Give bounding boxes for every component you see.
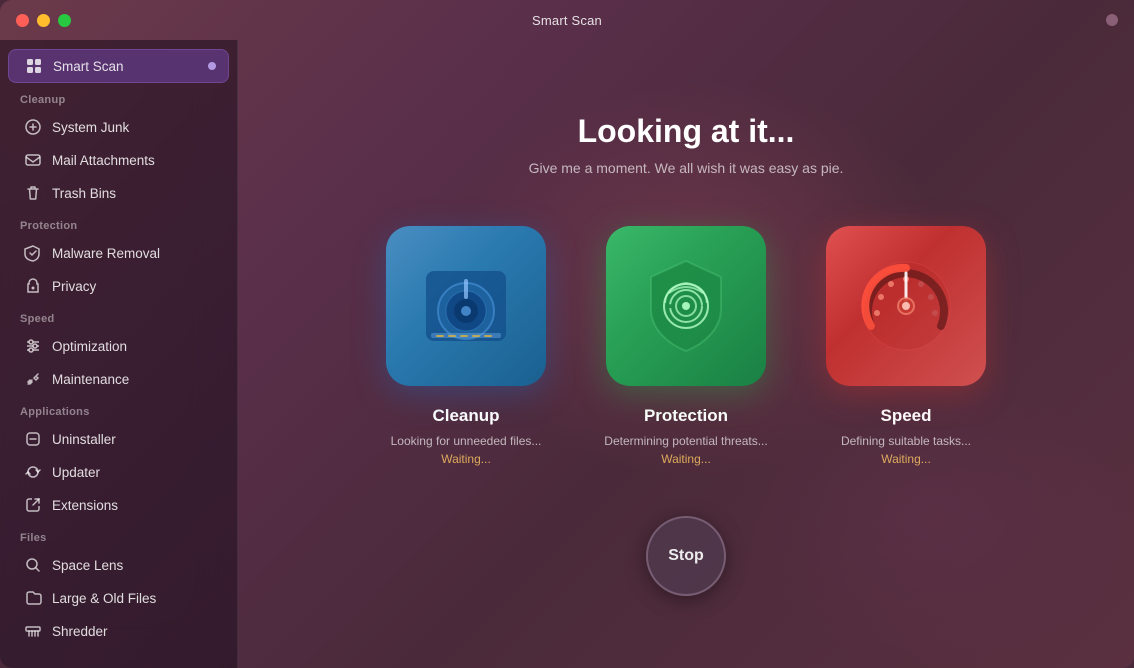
minimize-button[interactable] [37, 14, 50, 27]
updater-icon [24, 463, 42, 481]
updater-label: Updater [52, 465, 100, 480]
sidebar-item-updater[interactable]: Updater [8, 456, 229, 488]
speed-card: Speed Defining suitable tasks... Waiting… [816, 226, 996, 466]
sidebar-item-space-lens[interactable]: Space Lens [8, 549, 229, 581]
titlebar: Smart Scan [0, 0, 1134, 40]
uninstaller-label: Uninstaller [52, 432, 116, 447]
sidebar-item-shredder[interactable]: Shredder [8, 615, 229, 647]
speed-card-waiting: Waiting... [881, 452, 931, 466]
scan-cards-row: Cleanup Looking for unneeded files... Wa… [376, 226, 996, 466]
protection-card: Protection Determining potential threats… [596, 226, 776, 466]
trash-icon [24, 184, 42, 202]
optimization-icon [24, 337, 42, 355]
sidebar-item-trash-bins[interactable]: Trash Bins [8, 177, 229, 209]
shredder-icon [24, 622, 42, 640]
system-junk-label: System Junk [52, 120, 129, 135]
mail-attachments-label: Mail Attachments [52, 153, 155, 168]
close-button[interactable] [16, 14, 29, 27]
cleanup-card-status: Looking for unneeded files... [391, 434, 542, 448]
content-heading: Looking at it... [578, 113, 795, 150]
stop-button[interactable]: Stop [646, 516, 726, 596]
mail-icon [24, 151, 42, 169]
protection-card-title: Protection [644, 406, 728, 426]
speed-card-status: Defining suitable tasks... [841, 434, 971, 448]
sidebar-item-maintenance[interactable]: Maintenance [8, 363, 229, 395]
malware-icon [24, 244, 42, 262]
sidebar-item-smart-scan[interactable]: Smart Scan [8, 49, 229, 83]
section-label-cleanup: Cleanup [0, 84, 237, 110]
section-label-protection: Protection [0, 210, 237, 236]
sidebar-item-malware-removal[interactable]: Malware Removal [8, 237, 229, 269]
malware-removal-label: Malware Removal [52, 246, 160, 261]
system-junk-icon [24, 118, 42, 136]
sidebar-item-smart-scan-label: Smart Scan [53, 59, 124, 74]
sidebar-item-large-old-files[interactable]: Large & Old Files [8, 582, 229, 614]
main-content: Looking at it... Give me a moment. We al… [238, 40, 1134, 668]
cleanup-card-waiting: Waiting... [441, 452, 491, 466]
extensions-icon [24, 496, 42, 514]
speed-icon [826, 226, 986, 386]
sidebar: Smart Scan Cleanup System Junk [0, 40, 238, 668]
cleanup-card-title: Cleanup [432, 406, 499, 426]
optimization-label: Optimization [52, 339, 127, 354]
privacy-icon [24, 277, 42, 295]
titlebar-dot [1106, 14, 1118, 26]
sidebar-item-extensions[interactable]: Extensions [8, 489, 229, 521]
sidebar-item-uninstaller[interactable]: Uninstaller [8, 423, 229, 455]
maintenance-icon [24, 370, 42, 388]
app-window: Smart Scan Smart Scan Cleanup [0, 0, 1134, 668]
protection-icon [606, 226, 766, 386]
traffic-lights [16, 14, 71, 27]
large-old-files-label: Large & Old Files [52, 591, 156, 606]
cleanup-icon [386, 226, 546, 386]
maximize-button[interactable] [58, 14, 71, 27]
window-title: Smart Scan [532, 13, 602, 28]
section-label-speed: Speed [0, 303, 237, 329]
protection-card-status: Determining potential threats... [604, 434, 767, 448]
sidebar-item-privacy[interactable]: Privacy [8, 270, 229, 302]
shredder-label: Shredder [52, 624, 108, 639]
section-label-files: Files [0, 522, 237, 548]
privacy-label: Privacy [52, 279, 96, 294]
sidebar-item-optimization[interactable]: Optimization [8, 330, 229, 362]
extensions-label: Extensions [52, 498, 118, 513]
space-lens-icon [24, 556, 42, 574]
active-indicator [208, 62, 216, 70]
sidebar-item-system-junk[interactable]: System Junk [8, 111, 229, 143]
sidebar-item-mail-attachments[interactable]: Mail Attachments [8, 144, 229, 176]
content-subheading: Give me a moment. We all wish it was eas… [529, 160, 844, 176]
speed-card-title: Speed [880, 406, 931, 426]
section-label-applications: Applications [0, 396, 237, 422]
main-layout: Smart Scan Cleanup System Junk [0, 40, 1134, 668]
space-lens-label: Space Lens [52, 558, 123, 573]
protection-card-waiting: Waiting... [661, 452, 711, 466]
trash-bins-label: Trash Bins [52, 186, 116, 201]
cleanup-card: Cleanup Looking for unneeded files... Wa… [376, 226, 556, 466]
large-old-files-icon [24, 589, 42, 607]
uninstaller-icon [24, 430, 42, 448]
maintenance-label: Maintenance [52, 372, 129, 387]
smart-scan-icon [25, 57, 43, 75]
